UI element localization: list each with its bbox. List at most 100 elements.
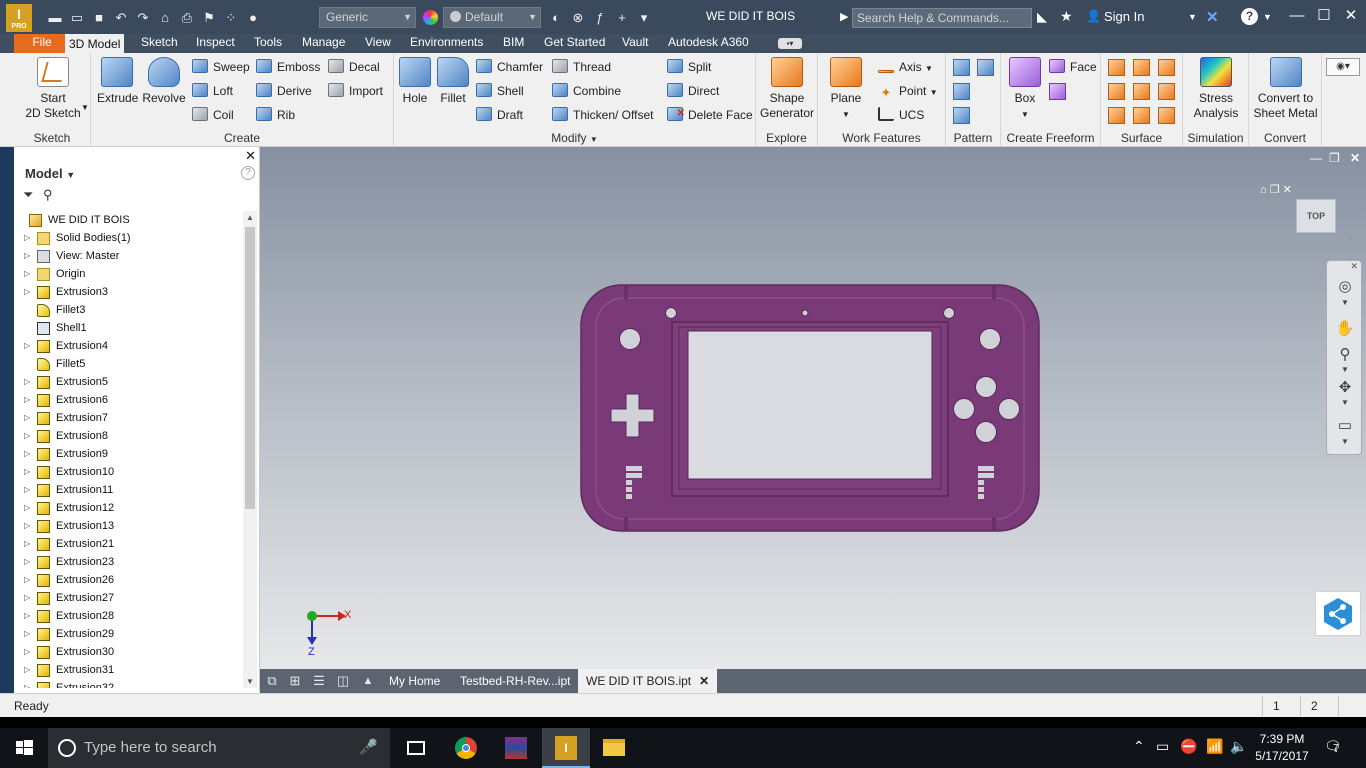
combine-button[interactable]: Combine	[552, 81, 621, 101]
tree-item[interactable]: ▷ Solid Bodies(1)	[20, 229, 246, 247]
tab-list-icon[interactable]: ▲	[360, 673, 376, 689]
axis-button[interactable]: Axis ▼	[878, 57, 933, 77]
filter-icon[interactable]: ⏷	[23, 187, 33, 202]
minimize-icon[interactable]: —	[1310, 151, 1322, 165]
tree-root[interactable]: WE DID IT BOIS	[20, 211, 246, 229]
chrome-app[interactable]	[442, 728, 490, 768]
save-icon[interactable]: ■	[88, 9, 110, 26]
sweep-button[interactable]: Sweep	[192, 57, 250, 77]
viewcube-menu-icon[interactable]: ▼	[1346, 235, 1354, 244]
tab-autodesk-a360[interactable]: Autodesk A360	[664, 34, 753, 53]
box-button[interactable]: Box ▼	[1005, 57, 1045, 122]
chevron-down-icon[interactable]: ▼	[1263, 12, 1272, 22]
tree-item[interactable]: ▷ Extrusion9	[20, 445, 246, 463]
tree-item[interactable]: ▷ Extrusion4	[20, 337, 246, 355]
ribbon-options-icon[interactable]: ◉▾	[1326, 58, 1360, 76]
split-button[interactable]: Split	[667, 57, 711, 77]
chevron-down-icon[interactable]: ▼	[1335, 398, 1355, 407]
stitch-icon[interactable]	[1108, 59, 1125, 76]
tab-view[interactable]: View	[361, 34, 395, 53]
direct-button[interactable]: Direct	[667, 81, 719, 101]
clock[interactable]: 7:39 PM 5/17/2017	[1254, 731, 1310, 765]
zoom-icon[interactable]: ⚲	[1335, 345, 1355, 363]
expand-icon[interactable]: ▷	[24, 481, 30, 499]
convert-to-sheet-metal-button[interactable]: Convert to Sheet Metal	[1251, 57, 1320, 121]
doc-tab-we-did-it-bois[interactable]: WE DID IT BOIS.ipt ✕	[578, 669, 718, 693]
start-2d-sketch-button[interactable]: Start 2D Sketch	[22, 57, 84, 121]
tree-item[interactable]: ▷ Extrusion29	[20, 625, 246, 643]
viewcube-home-icon[interactable]: ⌂ ❐ ✕	[1260, 183, 1292, 196]
extend-icon[interactable]	[1158, 83, 1175, 100]
expand-icon[interactable]: ▷	[24, 661, 30, 679]
customize-icon[interactable]: ▾	[633, 9, 655, 26]
expand-icon[interactable]: ▷	[24, 445, 30, 463]
viewcube[interactable]: TOP	[1296, 199, 1336, 233]
help-icon[interactable]: ?	[1241, 8, 1258, 25]
tab-file[interactable]: File	[14, 34, 70, 53]
expand-icon[interactable]: ▷	[24, 229, 30, 247]
steering-wheel-icon[interactable]: ◎	[1335, 277, 1355, 295]
emboss-button[interactable]: Emboss	[256, 57, 320, 77]
volume-icon[interactable]: 🔈	[1230, 738, 1247, 755]
coil-button[interactable]: Coil	[192, 105, 234, 125]
plus-icon[interactable]: +	[611, 9, 633, 26]
home-icon[interactable]: ⌂	[154, 9, 176, 26]
search-input[interactable]: Search Help & Commands...	[852, 8, 1032, 28]
orbit-icon[interactable]: ✥	[1335, 378, 1355, 396]
expand-icon[interactable]: ▷	[24, 373, 30, 391]
tree-item[interactable]: Shell1	[20, 319, 246, 337]
redo-icon[interactable]: ↷	[132, 9, 154, 26]
browser-title[interactable]: Model ▼	[25, 166, 75, 181]
start-button[interactable]	[0, 728, 48, 768]
appearance-icon[interactable]: ●	[242, 9, 264, 26]
convert-freeform-icon[interactable]	[1049, 83, 1066, 100]
chevron-down-icon[interactable]: ▼	[1335, 298, 1355, 307]
tab-3d-model[interactable]: 3D Model	[65, 34, 125, 53]
pan-icon[interactable]: ✋	[1335, 319, 1355, 337]
show-hidden-icons[interactable]: ⌃	[1133, 738, 1145, 755]
tree-item[interactable]: ▷ Extrusion8	[20, 427, 246, 445]
mirror-icon[interactable]	[977, 59, 994, 76]
undo-icon[interactable]: ↶	[110, 9, 132, 26]
doc-tab-my-home[interactable]: My Home	[381, 669, 448, 693]
cascade-windows-icon[interactable]: ⧉	[264, 673, 280, 689]
minimize-icon[interactable]: —	[1286, 6, 1308, 26]
taskbar-search-input[interactable]: Type here to search 🎤	[48, 728, 390, 768]
task-view-button[interactable]	[392, 728, 440, 768]
tree-item[interactable]: ▷ Extrusion21	[20, 535, 246, 553]
tree-item[interactable]: ▷ Extrusion26	[20, 571, 246, 589]
close-icon[interactable]: ✕	[1350, 261, 1358, 272]
delete-surface-icon[interactable]	[1133, 83, 1150, 100]
expand-icon[interactable]: ▷	[24, 589, 30, 607]
tree-item[interactable]: ▷ Extrusion23	[20, 553, 246, 571]
expand-icon[interactable]: ▷	[24, 553, 30, 571]
appearance-combo[interactable]: Generic ▼	[319, 7, 416, 28]
tree-item[interactable]: ▷ Extrusion28	[20, 607, 246, 625]
shape-generator-button[interactable]: Shape Generator	[758, 57, 816, 121]
tile-windows-icon[interactable]: ⊞	[287, 673, 303, 689]
tree-item[interactable]: ▷ Extrusion3	[20, 283, 246, 301]
chamfer-button[interactable]: Chamfer	[476, 57, 543, 77]
thread-button[interactable]: Thread	[552, 57, 611, 77]
repair-bodies-icon[interactable]	[1158, 107, 1175, 124]
tree-item[interactable]: ▷ Extrusion12	[20, 499, 246, 517]
inventor-app[interactable]: I	[542, 728, 590, 768]
expand-icon[interactable]: ▷	[24, 247, 30, 265]
plane-button[interactable]: Plane ▼	[826, 57, 866, 122]
tab-manage[interactable]: Manage	[298, 34, 349, 53]
clear-icon[interactable]: ⊗	[567, 9, 589, 26]
help-icon[interactable]: ?	[241, 166, 255, 180]
sculpt-icon[interactable]	[1158, 59, 1175, 76]
expand-icon[interactable]: ▷	[24, 643, 30, 661]
ruled-surface-icon[interactable]	[1108, 107, 1125, 124]
print-icon[interactable]: ⎙	[176, 9, 198, 26]
material-combo[interactable]: Default ▼	[443, 7, 541, 28]
shell-button[interactable]: Shell	[476, 81, 524, 101]
close-icon[interactable]: ✕	[1340, 6, 1362, 26]
tab-sketch[interactable]: Sketch	[137, 34, 182, 53]
replace-face-icon[interactable]	[1133, 107, 1150, 124]
delete-face-button[interactable]: ✕ Delete Face	[667, 105, 753, 125]
look-at-icon[interactable]: ▭	[1335, 416, 1355, 434]
ribbon-display-toggle-icon[interactable]: ▪▾	[778, 38, 802, 49]
expand-icon[interactable]: ▷	[24, 283, 30, 301]
